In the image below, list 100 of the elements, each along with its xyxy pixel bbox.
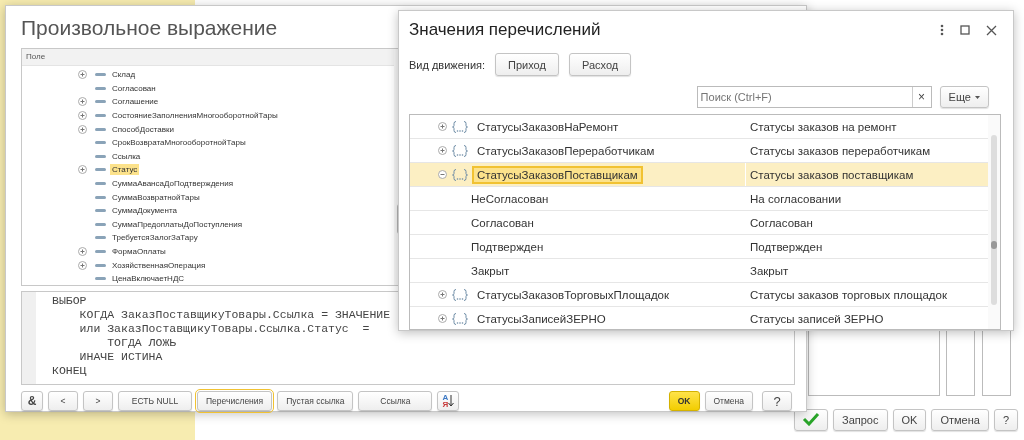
dialog-title: Значения перечислений [409, 20, 602, 40]
expand-icon[interactable] [438, 290, 447, 299]
tree-item[interactable]: Ссылка [110, 150, 143, 162]
table-cell-text: СтатусыЗаписейЗЕРНО [476, 311, 607, 326]
table-cell-text: Статусы заказов переработчикам [749, 144, 932, 157]
more-menu-icon[interactable] [940, 24, 944, 36]
expand-icon[interactable] [78, 165, 87, 175]
field-icon [95, 73, 106, 77]
sort-button[interactable]: А Я [437, 391, 460, 411]
field-icon [95, 86, 106, 90]
tree-item[interactable]: СуммаДокумента [110, 205, 179, 217]
code-line: ИНАЧЕ ИСТИНА [78, 350, 163, 364]
maximize-icon[interactable] [960, 25, 970, 35]
check-icon [802, 412, 821, 426]
field-icon [95, 263, 106, 267]
field-icon [95, 154, 106, 158]
filter-button[interactable]: Расход [568, 53, 632, 76]
toolbar-button[interactable]: < [48, 391, 78, 411]
field-icon [95, 168, 106, 172]
dialog-button[interactable]: OK [668, 391, 700, 411]
tree-item[interactable]: СостояниеЗаполненияМногооборотнойТары [110, 110, 280, 122]
tree-item[interactable]: Согласован [110, 82, 158, 94]
code-line: КОГДА ЗаказПоставщикуТовары.Ссылка = ЗНАЧЕНИЕ [78, 308, 391, 322]
dialog-title: Произвольное выражение [21, 16, 278, 40]
dialog-button[interactable]: Отмена [704, 391, 753, 411]
enum-icon [452, 312, 468, 325]
table-cell-text: СтатусыЗаказовНаРемонт [476, 119, 620, 134]
field-icon [95, 141, 106, 145]
table-row[interactable]: СтатусыЗаказовТорговыхПлощадок Статусы заказов торговых площадок [410, 283, 988, 307]
table-cell: СтатусыЗаказовПоставщикам [474, 167, 641, 182]
expand-icon[interactable] [438, 122, 447, 131]
enum-icon [452, 288, 468, 301]
field-icon [95, 209, 106, 213]
tree-item[interactable]: ЦенаВключаетНДС [110, 273, 187, 285]
enum-icon [452, 144, 468, 157]
tree-item[interactable]: СуммаПредоплатыДоПоступления [110, 218, 244, 230]
scrollbar[interactable] [988, 115, 1000, 329]
table-cell-text: НеСогласован [470, 191, 550, 206]
toolbar-button[interactable]: Ссылка [358, 391, 433, 411]
expand-icon[interactable] [78, 70, 87, 80]
table-cell-text: Подтвержден [749, 240, 824, 253]
code-line: КОНЕЦ [52, 364, 87, 378]
toolbar-button[interactable]: Пустая ссылка [277, 391, 354, 411]
tree-item[interactable]: СуммаВозвратнойТары [110, 191, 202, 203]
tree-item[interactable]: Статус [110, 164, 140, 176]
field-icon [95, 277, 106, 281]
expand-icon[interactable] [78, 111, 87, 121]
tree-item[interactable]: Склад [110, 69, 138, 81]
more-button[interactable]: Еще [939, 86, 989, 108]
field-icon [95, 195, 106, 199]
dialog-button[interactable]: Запрос [833, 409, 888, 431]
table-cell-text: СтатусыЗаказовПереработчикам [476, 143, 656, 158]
field-icon [95, 127, 106, 131]
column-header: Поле [22, 49, 394, 66]
expand-icon[interactable] [438, 146, 447, 155]
filter-label: Вид движения: [409, 58, 486, 71]
table-cell-text: Статусы заказов поставщикам [749, 168, 915, 181]
tree-item[interactable]: СрокВозвратаМногооборотнойТары [110, 137, 248, 149]
dialog-button[interactable]: ? [993, 409, 1018, 431]
table-row[interactable]: СтатусыЗаказовНаРемонт Статусы заказов на ремонт [410, 115, 988, 139]
expand-icon[interactable] [78, 124, 87, 134]
tree-item[interactable]: СуммаАвансаДоПодтверждения [110, 178, 235, 190]
table-cell-text: Согласован [749, 216, 814, 229]
toolbar-button[interactable]: & [21, 391, 43, 411]
table-row[interactable]: СтатусыЗаказовПоставщикам Статусы заказов поставщикам [410, 163, 988, 187]
tree-item[interactable]: СпособДоставки [110, 123, 176, 135]
dialog-button[interactable]: Отмена [931, 409, 989, 431]
field-icon [95, 182, 106, 186]
tree-item[interactable]: ФормаОплаты [110, 246, 168, 257]
code-line: ТОГДА ЛОЖЬ [106, 336, 177, 350]
toolbar-button[interactable]: Перечисления [197, 391, 273, 411]
filter-button[interactable]: Приход [495, 53, 559, 76]
confirm-button[interactable] [794, 409, 829, 431]
dialog-button[interactable]: OK [892, 409, 927, 431]
search-field[interactable]: Поиск (Ctrl+F) × [696, 86, 932, 108]
tree-item[interactable]: Соглашение [110, 96, 161, 108]
tree-item[interactable]: ТребуетсяЗалогЗаТару [110, 232, 200, 244]
table-cell-text: Подтвержден [470, 239, 545, 254]
tree-item[interactable]: ХозяйственнаяОперация [110, 259, 208, 271]
code-line: или ЗаказПоставщикуТовары.Ссылка.Статус = [78, 322, 370, 336]
expand-icon[interactable] [78, 97, 87, 107]
table-cell-text: Согласован [470, 215, 535, 230]
table-cell-text: На согласовании [749, 192, 843, 205]
close-icon[interactable] [986, 24, 997, 36]
table-cell-text: Закрыт [470, 263, 511, 278]
field-icon [95, 250, 106, 253]
toolbar-button[interactable]: ЕСТЬ NULL [118, 391, 192, 411]
collapse-icon[interactable] [438, 170, 447, 179]
caret-icon [975, 95, 980, 99]
field-icon [95, 236, 106, 240]
field-icon [95, 114, 106, 118]
sort-arrow-icon [448, 395, 455, 407]
enum-icon [452, 120, 468, 133]
expand-icon[interactable] [78, 247, 87, 256]
field-icon [95, 222, 106, 226]
expand-icon[interactable] [438, 314, 447, 323]
dialog-button[interactable]: ? [762, 391, 792, 411]
expand-icon[interactable] [78, 260, 87, 270]
table-cell-text: Закрыт [749, 264, 790, 277]
toolbar-button[interactable]: > [83, 391, 113, 411]
